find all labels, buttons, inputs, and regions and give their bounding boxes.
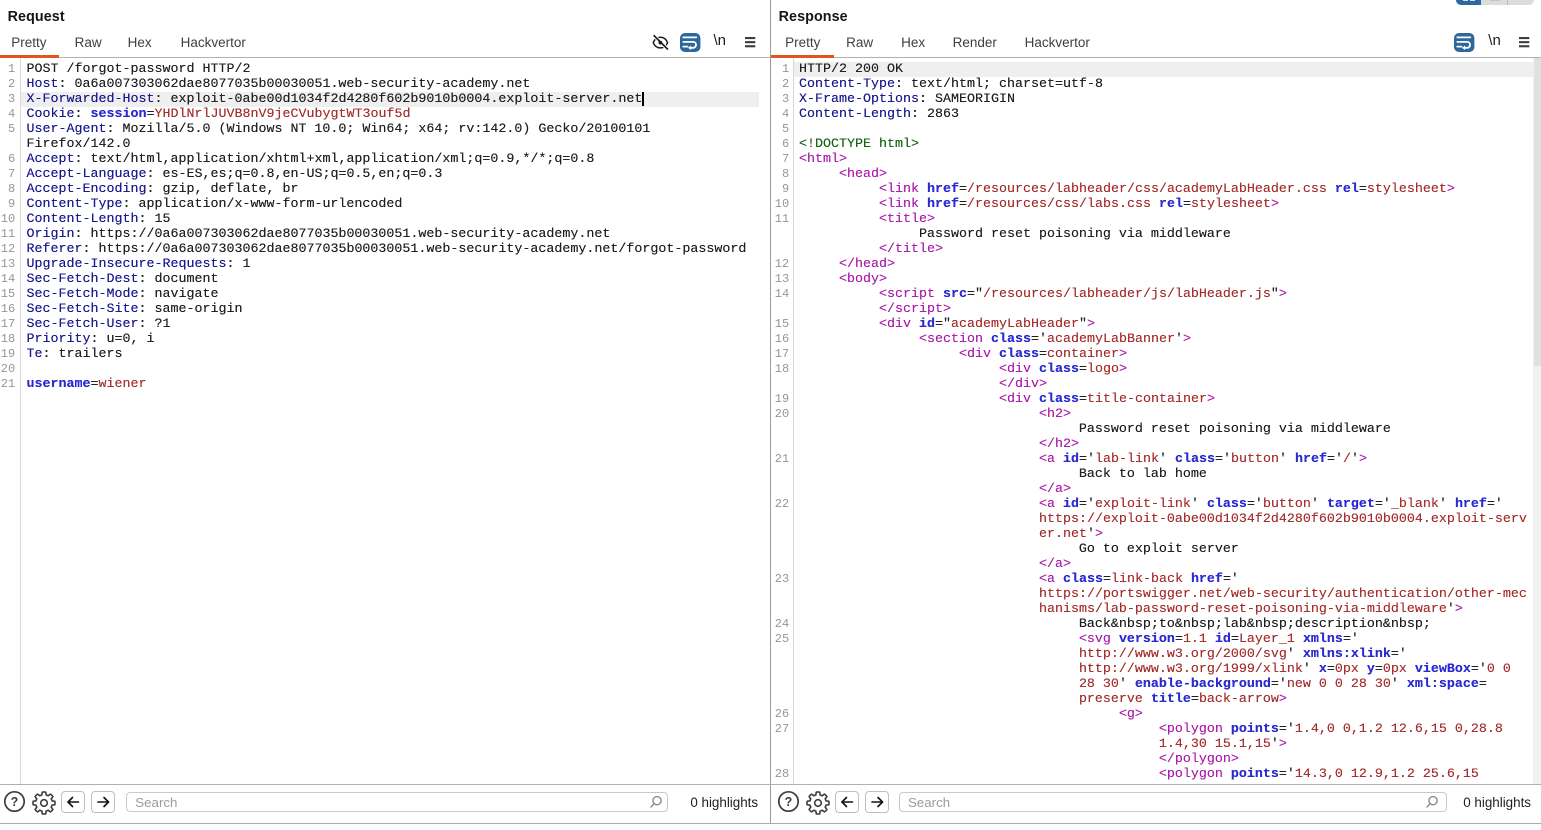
svg-text:?: ? — [10, 795, 18, 809]
svg-text:?: ? — [784, 795, 792, 809]
